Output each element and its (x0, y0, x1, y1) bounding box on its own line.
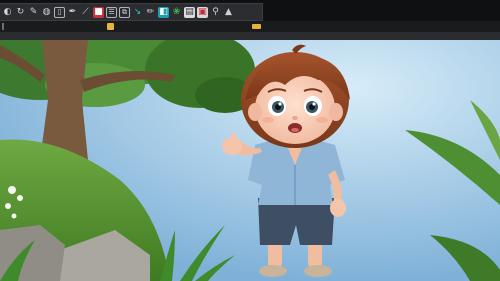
brush-icon[interactable]: ✎ (28, 7, 39, 18)
canvas-top-border (0, 32, 500, 40)
marker-icon[interactable] (107, 23, 114, 30)
folder-icon[interactable] (252, 24, 261, 29)
dropper-icon[interactable]: ⚲ (210, 7, 221, 18)
top-toolbar-area: ◐ ↻ ✎ ◍ ▯ ✒ ⟋ ■ ☰ ⧉ ↘ ✏ ◧ ❀ ▤ ▣ ⚲ ▲ (0, 0, 500, 34)
leaf-icon[interactable]: ❀ (171, 7, 182, 18)
adjust-icon[interactable]: ◐ (2, 7, 13, 18)
stamp-icon[interactable]: ▣ (197, 6, 208, 18)
teal-box-icon[interactable]: ◧ (158, 6, 169, 18)
image-canvas[interactable] (0, 40, 500, 281)
text-box-icon[interactable]: ▤ (184, 6, 195, 18)
eraser-icon[interactable]: ◍ (41, 7, 52, 18)
triangle-icon[interactable]: ▲ (223, 7, 234, 18)
crop-icon[interactable]: ▯ (54, 6, 65, 18)
line-icon[interactable]: ⟋ (80, 7, 91, 18)
arrow-icon[interactable]: ↘ (132, 7, 143, 18)
rotate-icon[interactable]: ↻ (15, 7, 26, 18)
tool-strip: ◐ ↻ ✎ ◍ ▯ ✒ ⟋ ■ ☰ ⧉ ↘ ✏ ◧ ❀ ▤ ▣ ⚲ ▲ (0, 3, 263, 21)
layer-icon[interactable]: ☰ (106, 6, 117, 18)
pen-icon[interactable]: ✒ (67, 7, 78, 18)
red-square-icon[interactable]: ■ (93, 6, 104, 18)
panel-handle[interactable] (2, 23, 4, 30)
pencil-icon[interactable]: ✏ (145, 7, 156, 18)
frame-icon[interactable]: ⧉ (119, 6, 130, 18)
cartoon-scene (0, 40, 500, 281)
